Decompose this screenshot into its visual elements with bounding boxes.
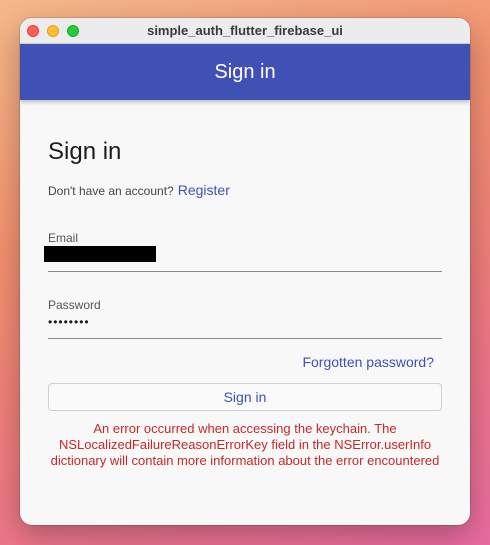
register-prompt: Don't have an account? xyxy=(48,184,174,198)
password-label: Password xyxy=(48,298,101,312)
email-underline xyxy=(48,271,442,272)
email-label: Email xyxy=(48,231,79,245)
app-bar-title: Sign in xyxy=(214,60,276,83)
password-value: •••••••• xyxy=(48,315,90,329)
email-field[interactable]: Email xyxy=(44,231,442,273)
window-title: simple_auth_flutter_firebase_ui xyxy=(147,23,343,38)
page-title: Sign in xyxy=(48,138,122,165)
sign-in-button[interactable]: Sign in xyxy=(48,383,442,411)
register-row: Don't have an account? Register xyxy=(48,182,230,198)
forgot-password-link[interactable]: Forgotten password? xyxy=(302,354,434,370)
app-bar: Sign in xyxy=(20,44,470,100)
register-link[interactable]: Register xyxy=(178,182,230,198)
email-value-redacted xyxy=(44,246,156,262)
error-message: An error occurred when accessing the key… xyxy=(50,421,440,468)
window-titlebar[interactable]: simple_auth_flutter_firebase_ui xyxy=(20,18,470,44)
app-window: simple_auth_flutter_firebase_ui Sign in … xyxy=(20,18,470,525)
password-field[interactable]: Password •••••••• xyxy=(48,298,442,340)
password-underline xyxy=(48,338,442,339)
